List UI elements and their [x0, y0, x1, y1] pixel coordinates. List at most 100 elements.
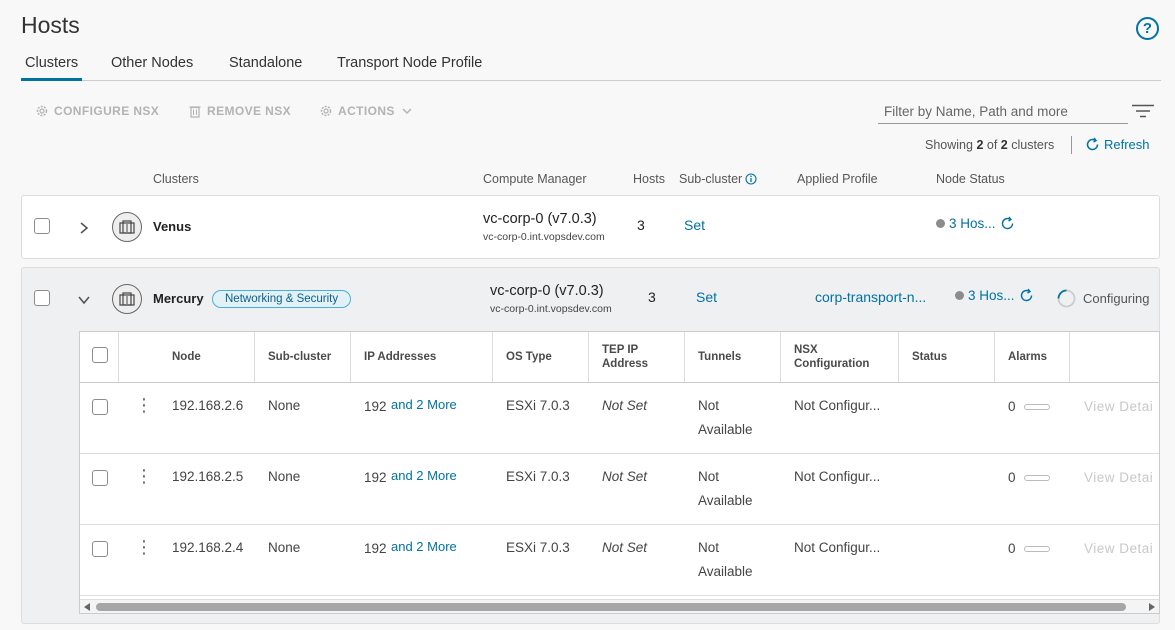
view-details-link[interactable]: View Detai: [1084, 541, 1153, 556]
compute-manager-host: vc-corp-0.int.vopsdev.com: [483, 231, 605, 243]
ip-more-link[interactable]: and 2 More: [391, 539, 457, 554]
applied-profile-link[interactable]: corp-transport-n...: [815, 289, 926, 305]
showing-total: 2: [1000, 138, 1008, 152]
help-icon[interactable]: ?: [1136, 17, 1159, 40]
cluster-icon: [112, 284, 142, 314]
col-os-type[interactable]: OS Type: [494, 332, 552, 382]
node-status-link[interactable]: 3 Hos...: [955, 288, 1034, 303]
cluster-name[interactable]: Venus: [153, 219, 191, 234]
col-compute-manager[interactable]: Compute Manager: [483, 172, 587, 186]
status-dot: [955, 291, 964, 300]
view-details-link[interactable]: View Detai: [1084, 470, 1153, 485]
column-divider: [898, 332, 899, 382]
node-ip: 192.168.2.4: [172, 540, 244, 555]
compute-manager-name: vc-corp-0 (v7.0.3): [483, 211, 597, 227]
filter-input[interactable]: [878, 100, 1128, 122]
alarms-count: 0: [1008, 541, 1050, 556]
column-divider: [254, 332, 255, 382]
col-applied-profile[interactable]: Applied Profile: [797, 172, 878, 186]
nsx-config-value: Not Configur...: [794, 398, 881, 413]
ip-value: 192: [364, 470, 387, 485]
ip-more-link[interactable]: and 2 More: [391, 468, 457, 483]
refresh-icon: [1086, 137, 1099, 151]
tab-standalone[interactable]: Standalone: [225, 55, 306, 81]
chevron-down-icon[interactable]: [77, 295, 91, 305]
view-details-link[interactable]: View Detai: [1084, 399, 1153, 414]
row-checkbox[interactable]: [34, 218, 50, 234]
row-checkbox[interactable]: [92, 470, 108, 486]
scroll-left-icon[interactable]: [84, 603, 90, 611]
sub-cluster-set-link[interactable]: Set: [696, 289, 717, 305]
showing-prefix: Showing: [925, 138, 973, 152]
filter-icon[interactable]: [1132, 104, 1154, 118]
col-sub-cluster[interactable]: Sub-cluster: [256, 332, 331, 382]
gear-icon: [320, 105, 332, 117]
ip-value: 192: [364, 541, 387, 556]
tunnels-value-line1: Not: [698, 398, 720, 413]
cluster-name[interactable]: Mercury: [153, 291, 204, 306]
row-checkbox[interactable]: [34, 290, 50, 306]
row-actions-menu-icon[interactable]: ⋮: [135, 537, 153, 558]
table-row[interactable]: ⋮ 192.168.2.5 None 192 and 2 More ESXi 7…: [80, 454, 1159, 525]
tab-bar: Clusters Other Nodes Standalone Transpor…: [21, 55, 1161, 81]
cluster-icon: [112, 212, 142, 242]
sub-cluster-value: None: [268, 469, 301, 484]
tunnels-value-line2: Available: [698, 493, 753, 508]
scrollbar-thumb[interactable]: [96, 603, 1126, 611]
tep-ip-value: Not Set: [602, 469, 648, 484]
col-tep-ip-line1: TEP IP: [602, 344, 639, 356]
remove-nsx-label: REMOVE NSX: [207, 104, 292, 118]
showing-shown: 2: [976, 138, 984, 152]
node-status-label: 3 Hos...: [949, 216, 996, 231]
col-nsx-configuration[interactable]: NSX Configuration: [782, 332, 869, 382]
filter-container: [878, 100, 1128, 124]
row-actions-menu-icon[interactable]: ⋮: [135, 466, 153, 487]
info-icon[interactable]: [745, 173, 757, 185]
horizontal-scrollbar[interactable]: [80, 599, 1159, 613]
col-status[interactable]: Status: [900, 332, 947, 382]
tab-transport-node-profile[interactable]: Transport Node Profile: [333, 55, 486, 81]
remove-nsx-button[interactable]: REMOVE NSX: [188, 104, 291, 118]
tab-clusters[interactable]: Clusters: [21, 55, 83, 81]
col-hosts[interactable]: Hosts: [633, 172, 665, 186]
col-sub-cluster[interactable]: Sub-cluster: [679, 172, 757, 186]
tunnels-value-line1: Not: [698, 469, 720, 484]
col-alarms[interactable]: Alarms: [996, 332, 1047, 382]
col-node-status[interactable]: Node Status: [936, 172, 1005, 186]
row-checkbox[interactable]: [92, 399, 108, 415]
col-tep-ip[interactable]: TEP IP Address: [590, 332, 648, 382]
table-row[interactable]: ⋮ 192.168.2.4 None 192 and 2 More ESXi 7…: [80, 525, 1159, 596]
col-ip-addresses[interactable]: IP Addresses: [352, 332, 436, 382]
ip-value: 192: [364, 399, 387, 414]
configure-nsx-button[interactable]: CONFIGURE NSX: [35, 104, 159, 118]
col-node[interactable]: Node: [160, 332, 201, 382]
row-checkbox[interactable]: [92, 541, 108, 557]
refresh-icon[interactable]: [1000, 216, 1015, 231]
tep-ip-value: Not Set: [602, 540, 648, 555]
col-tunnels[interactable]: Tunnels: [686, 332, 741, 382]
sub-cluster-set-link[interactable]: Set: [684, 217, 705, 233]
row-actions-menu-icon[interactable]: ⋮: [135, 395, 153, 416]
configure-nsx-label: CONFIGURE NSX: [54, 104, 160, 118]
page-title: Hosts: [21, 12, 80, 38]
col-clusters[interactable]: Clusters: [153, 172, 199, 186]
refresh-icon[interactable]: [1019, 288, 1034, 303]
status-dot: [936, 219, 945, 228]
chevron-right-icon[interactable]: [79, 221, 89, 235]
select-all-checkbox[interactable]: [92, 347, 108, 363]
os-type-value: ESXi 7.0.3: [506, 398, 570, 413]
os-type-value: ESXi 7.0.3: [506, 540, 570, 555]
ip-more-link[interactable]: and 2 More: [391, 397, 457, 412]
alarms-value: 0: [1008, 399, 1016, 414]
actions-menu-button[interactable]: ACTIONS: [319, 104, 414, 118]
nsx-config-value: Not Configur...: [794, 540, 881, 555]
scroll-right-icon[interactable]: [1149, 603, 1155, 611]
col-sub-cluster-label: Sub-cluster: [679, 172, 743, 186]
table-row[interactable]: ⋮ 192.168.2.6 None 192 and 2 More ESXi 7…: [80, 383, 1159, 454]
column-divider: [588, 332, 589, 382]
column-divider: [350, 332, 351, 382]
column-divider: [994, 332, 995, 382]
node-status-link[interactable]: 3 Hos...: [936, 216, 1015, 231]
tab-other-nodes[interactable]: Other Nodes: [107, 55, 197, 81]
refresh-button[interactable]: Refresh: [1085, 137, 1150, 152]
